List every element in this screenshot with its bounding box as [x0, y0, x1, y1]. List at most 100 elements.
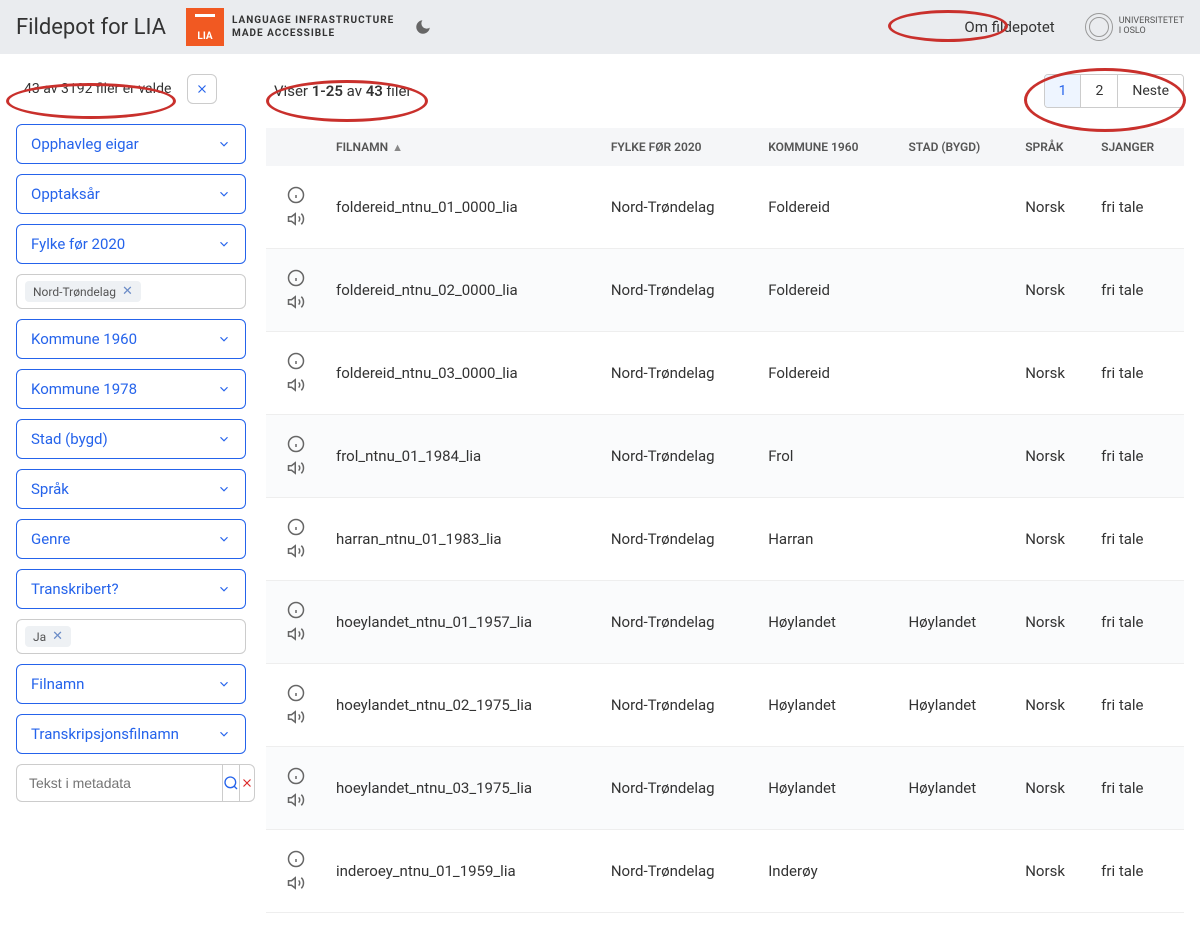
info-icon[interactable]	[287, 684, 305, 702]
info-icon[interactable]	[287, 518, 305, 536]
clear-selection-button[interactable]	[187, 74, 217, 104]
audio-icon[interactable]	[287, 791, 305, 809]
info-icon[interactable]	[287, 850, 305, 868]
cell-sprak: Norsk	[1015, 830, 1091, 913]
col-sjanger[interactable]: Sjanger	[1091, 128, 1184, 166]
cell-filnamn: harran_ntnu_01_1983_lia	[326, 498, 601, 581]
cell-sjanger: fri tale	[1091, 249, 1184, 332]
filter-kommune-1978[interactable]: Kommune 1978	[16, 369, 246, 409]
col-fylke[interactable]: Fylke før 2020	[601, 128, 758, 166]
sort-asc-icon: ▲	[392, 141, 403, 154]
filter-opptaks-r[interactable]: Opptaksår	[16, 174, 246, 214]
audio-icon[interactable]	[287, 625, 305, 643]
chevron-down-icon	[217, 582, 231, 596]
cell-filnamn: foldereid_ntnu_01_0000_lia	[326, 166, 601, 249]
audio-icon[interactable]	[287, 376, 305, 394]
audio-icon[interactable]	[287, 459, 305, 477]
cell-kommune: Høylandet	[758, 747, 898, 830]
page-1-button[interactable]: 1	[1045, 75, 1082, 107]
col-stad[interactable]: Stad (bygd)	[898, 128, 1015, 166]
cell-fylke: Nord-Trøndelag	[601, 498, 758, 581]
cell-stad	[898, 415, 1015, 498]
search-icon	[223, 775, 239, 791]
chevron-down-icon	[217, 532, 231, 546]
cell-kommune: Foldereid	[758, 166, 898, 249]
cell-filnamn: foldereid_ntnu_02_0000_lia	[326, 249, 601, 332]
metadata-search-input[interactable]	[16, 764, 222, 802]
info-icon[interactable]	[287, 352, 305, 370]
chevron-down-icon	[217, 237, 231, 251]
cell-sprak: Norsk	[1015, 747, 1091, 830]
filter-sidebar: 43 av 3192 filer er valde Opphavleg eiga…	[16, 74, 246, 913]
chip-nord-trondelag: Nord-Trøndelag✕	[25, 281, 141, 302]
chip-remove-icon[interactable]: ✕	[122, 284, 133, 299]
filter-spr-k[interactable]: Språk	[16, 469, 246, 509]
filter-transkripsjonsfilnamn[interactable]: Transkripsjonsfilnamn	[16, 714, 246, 754]
content-area: Viser 1-25 av 43 filer 1 2 Neste Filnamn…	[266, 74, 1184, 913]
table-row: foldereid_ntnu_03_0000_liaNord-Trøndelag…	[266, 332, 1184, 415]
app-title: Fildepot for LIA	[16, 15, 166, 40]
table-row: hoeylandet_ntnu_02_1975_liaNord-Trøndela…	[266, 664, 1184, 747]
cell-sjanger: fri tale	[1091, 664, 1184, 747]
chip-remove-icon[interactable]: ✕	[52, 629, 63, 644]
chevron-down-icon	[217, 332, 231, 346]
cell-kommune: Harran	[758, 498, 898, 581]
page-2-button[interactable]: 2	[1081, 75, 1118, 107]
filter-filnamn[interactable]: Filnamn	[16, 664, 246, 704]
uio-logo: UNIVERSITETET I OSLO	[1085, 13, 1184, 41]
cell-sprak: Norsk	[1015, 581, 1091, 664]
audio-icon[interactable]	[287, 874, 305, 892]
audio-icon[interactable]	[287, 542, 305, 560]
dark-mode-toggle[interactable]	[414, 18, 432, 36]
cell-stad: Høylandet	[898, 664, 1015, 747]
table-row: hoeylandet_ntnu_03_1975_liaNord-Trøndela…	[266, 747, 1184, 830]
filter-fylke-f-r-2020[interactable]: Fylke før 2020	[16, 224, 246, 264]
info-icon[interactable]	[287, 435, 305, 453]
cell-sprak: Norsk	[1015, 415, 1091, 498]
filter-opphavleg-eigar[interactable]: Opphavleg eigar	[16, 124, 246, 164]
audio-icon[interactable]	[287, 210, 305, 228]
filter-kommune-1960[interactable]: Kommune 1960	[16, 319, 246, 359]
cell-stad	[898, 830, 1015, 913]
cell-filnamn: frol_ntnu_01_1984_lia	[326, 415, 601, 498]
cell-filnamn: inderoey_ntnu_01_1959_lia	[326, 830, 601, 913]
cell-fylke: Nord-Trøndelag	[601, 581, 758, 664]
next-page-button[interactable]: Neste	[1118, 75, 1183, 107]
cell-stad: Høylandet	[898, 581, 1015, 664]
filter-chips-transkribert: Ja✕	[16, 619, 246, 654]
cell-filnamn: hoeylandet_ntnu_03_1975_lia	[326, 747, 601, 830]
cell-fylke: Nord-Trøndelag	[601, 664, 758, 747]
uio-seal-icon	[1085, 13, 1113, 41]
cell-stad	[898, 332, 1015, 415]
cell-sprak: Norsk	[1015, 166, 1091, 249]
cell-filnamn: hoeylandet_ntnu_01_1957_lia	[326, 581, 601, 664]
search-clear-button[interactable]	[240, 764, 255, 802]
filter-transkribert-[interactable]: Transkribert?	[16, 569, 246, 609]
chevron-down-icon	[217, 382, 231, 396]
info-icon[interactable]	[287, 269, 305, 287]
filter-stad-bygd-[interactable]: Stad (bygd)	[16, 419, 246, 459]
filter-genre[interactable]: Genre	[16, 519, 246, 559]
cell-sprak: Norsk	[1015, 332, 1091, 415]
col-sprak[interactable]: Språk	[1015, 128, 1091, 166]
chip-ja: Ja✕	[25, 626, 71, 647]
table-row: harran_ntnu_01_1983_liaNord-TrøndelagHar…	[266, 498, 1184, 581]
cell-kommune: Inderøy	[758, 830, 898, 913]
cell-kommune: Foldereid	[758, 249, 898, 332]
info-icon[interactable]	[287, 767, 305, 785]
col-kommune[interactable]: Kommune 1960	[758, 128, 898, 166]
lia-tagline: Language Infrastructure made Accessible	[232, 14, 394, 40]
audio-icon[interactable]	[287, 708, 305, 726]
chevron-down-icon	[217, 137, 231, 151]
search-button[interactable]	[222, 764, 240, 802]
info-icon[interactable]	[287, 601, 305, 619]
audio-icon[interactable]	[287, 293, 305, 311]
col-filnamn[interactable]: Filnamn▲	[326, 128, 601, 166]
table-row: frol_ntnu_01_1984_liaNord-TrøndelagFrolN…	[266, 415, 1184, 498]
cell-sprak: Norsk	[1015, 664, 1091, 747]
cell-kommune: Foldereid	[758, 332, 898, 415]
info-icon[interactable]	[287, 186, 305, 204]
cell-filnamn: hoeylandet_ntnu_02_1975_lia	[326, 664, 601, 747]
cell-fylke: Nord-Trøndelag	[601, 830, 758, 913]
about-link[interactable]: Om fildepotet	[954, 14, 1064, 40]
